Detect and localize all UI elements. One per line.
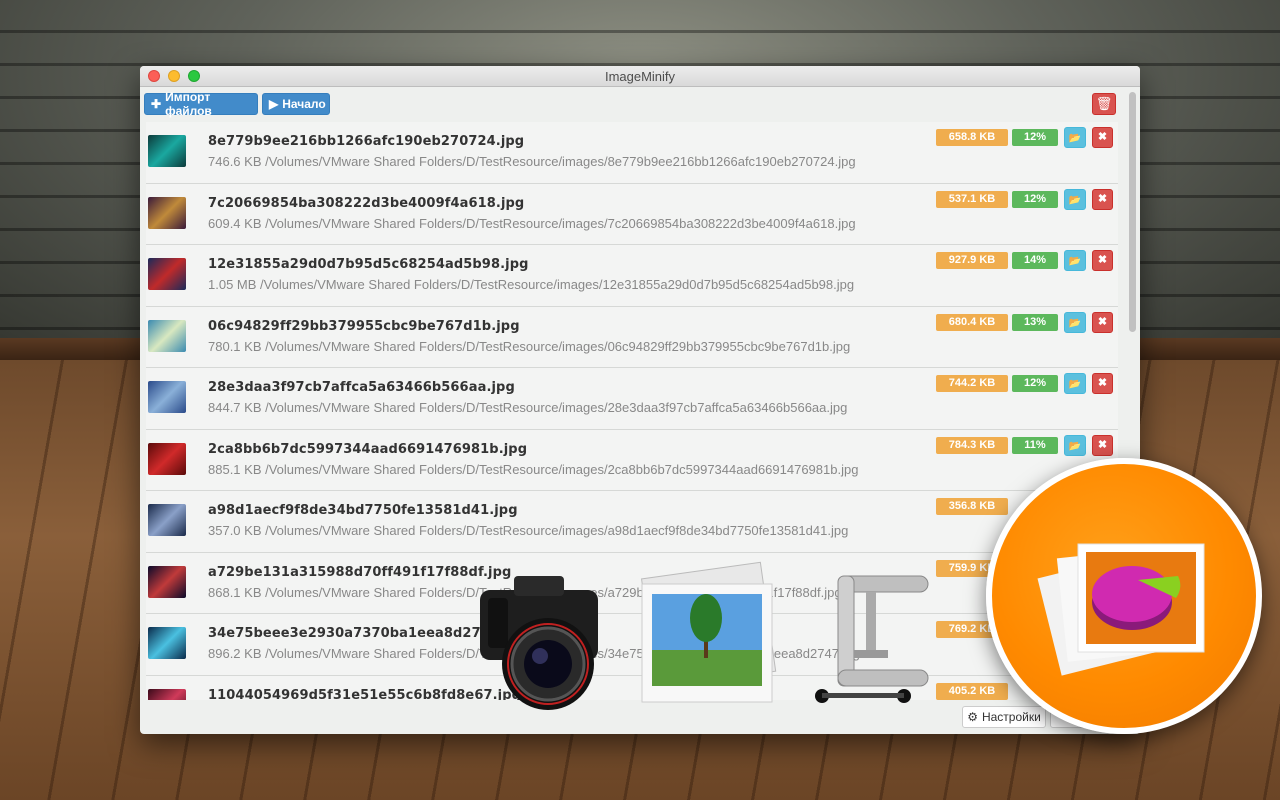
saving-percent-badge: 14% [1012, 252, 1058, 269]
new-size-badge: 927.9 KB [936, 252, 1008, 269]
file-name: 28e3daa3f97cb7affca5a63466b566aa.jpg [208, 380, 515, 395]
close-icon: ✖ [1097, 192, 1108, 205]
file-thumbnail [148, 196, 186, 229]
remove-file-button[interactable]: ✖ [1092, 188, 1113, 210]
window-title: ImageMinify [604, 69, 676, 84]
open-folder-button[interactable]: 📂 [1064, 434, 1086, 456]
open-folder-button[interactable]: 📂 [1064, 311, 1086, 333]
remove-file-button[interactable]: ✖ [1092, 373, 1113, 394]
saving-percent-badge: 12% [1012, 129, 1058, 146]
app-logo [986, 458, 1262, 734]
file-original-size-path: 609.4 KB /Volumes/VMware Shared Folders/… [208, 215, 856, 231]
folder-icon: 📂 [1068, 133, 1082, 144]
file-thumbnail [148, 688, 186, 700]
open-folder-button[interactable]: 📂 [1064, 373, 1086, 394]
file-original-size-path: 746.6 KB /Volumes/VMware Shared Folders/… [208, 154, 856, 169]
file-name: 12e31855a29d0d7b95d5c68254ad5b98.jpg [208, 257, 529, 272]
file-row[interactable]: 7c20669854ba308222d3be4009f4a618.jpg 609.… [146, 183, 1118, 245]
file-row[interactable]: 28e3daa3f97cb7affca5a63466b566aa.jpg 844.… [146, 368, 1118, 430]
close-icon: ✖ [1097, 438, 1108, 451]
file-thumbnail [148, 258, 186, 290]
start-label: Начало [282, 97, 326, 111]
remove-file-button[interactable]: ✖ [1092, 127, 1113, 148]
saving-percent-badge: 13% [1012, 313, 1058, 331]
file-thumbnail [148, 442, 186, 475]
file-original-size-path: 357.0 KB /Volumes/VMware Shared Folders/… [208, 523, 849, 538]
file-original-size-path: 885.1 KB /Volumes/VMware Shared Folders/… [208, 461, 859, 477]
open-folder-button[interactable]: 📂 [1064, 188, 1086, 210]
import-files-button[interactable]: ✚ Импорт файлов [144, 90, 258, 118]
remove-file-button[interactable]: ✖ [1092, 250, 1113, 271]
file-row[interactable]: 06c94829ff29bb379955cbc9be767d1b.jpg 780.… [146, 306, 1118, 368]
file-name: a98d1aecf9f8de34bd7750fe13581d41.jpg [208, 503, 518, 518]
open-folder-button[interactable]: 📂 [1064, 250, 1086, 271]
file-thumbnail [148, 565, 186, 598]
remove-file-button[interactable]: ✖ [1092, 311, 1113, 333]
file-name: 8e779b9ee216bb1266afc190eb270724.jpg [208, 134, 525, 149]
compress-clamp-icon [815, 575, 929, 703]
new-size-badge: 680.4 KB [936, 313, 1008, 331]
plus-icon: ✚ [151, 97, 162, 111]
start-button[interactable]: ▶ Начало [262, 93, 330, 115]
close-icon: ✖ [1097, 254, 1108, 266]
title-bar: ImageMinify [140, 66, 1140, 87]
close-icon: ✖ [1097, 377, 1108, 389]
file-thumbnail [148, 504, 186, 536]
folder-icon: 📂 [1068, 194, 1082, 206]
file-name: 2ca8bb6b7dc5997344aad6691476981b.jpg [208, 441, 528, 457]
file-thumbnail [148, 319, 186, 352]
folder-icon: 📂 [1068, 440, 1082, 452]
import-files-label: Импорт файлов [165, 90, 212, 118]
scrollbar-thumb[interactable] [1129, 92, 1136, 332]
saving-percent-badge: 12% [1012, 190, 1058, 208]
folder-icon: 📂 [1068, 379, 1082, 390]
new-size-badge: 537.1 KB [936, 190, 1008, 208]
file-original-size-path: 1.05 MB /Volumes/VMware Shared Folders/D… [208, 277, 855, 292]
file-thumbnail [148, 627, 186, 659]
file-row[interactable]: 12e31855a29d0d7b95d5c68254ad5b98.jpg 1.05… [146, 245, 1118, 307]
clear-all-button[interactable]: 🗑 [1092, 93, 1116, 115]
file-original-size-path: 780.1 KB /Volumes/VMware Shared Folders/… [208, 338, 851, 354]
remove-file-button[interactable]: ✖ [1092, 434, 1113, 456]
folder-icon: 📂 [1068, 317, 1082, 329]
new-size-badge: 744.2 KB [936, 375, 1008, 392]
file-row[interactable]: 2ca8bb6b7dc5997344aad6691476981b.jpg 885.… [146, 429, 1118, 491]
file-thumbnail [148, 381, 186, 413]
close-icon: ✖ [1097, 315, 1108, 328]
file-row[interactable]: a98d1aecf9f8de34bd7750fe13581d41.jpg 357.… [146, 491, 1118, 553]
folder-icon: 📂 [1068, 256, 1082, 267]
file-thumbnail [148, 135, 186, 167]
photo-icon [640, 561, 777, 703]
file-name: a729be131a315988d70ff491f17f88df.jpg [208, 564, 512, 580]
toolbar: ✚ Импорт файлов ▶ Начало 🗑 [140, 87, 1140, 119]
play-icon: ▶ [269, 97, 279, 111]
new-size-badge: 658.8 KB [936, 129, 1008, 146]
open-folder-button[interactable]: 📂 [1064, 127, 1086, 148]
file-original-size-path: 844.7 KB /Volumes/VMware Shared Folders/… [208, 400, 848, 415]
saving-percent-badge: 11% [1012, 436, 1058, 454]
file-name: 7c20669854ba308222d3be4009f4a618.jpg [208, 195, 525, 211]
file-name: 06c94829ff29bb379955cbc9be767d1b.jpg [208, 318, 520, 334]
gear-icon: ⚙ [967, 710, 978, 724]
file-row[interactable]: 8e779b9ee216bb1266afc190eb270724.jpg 746.… [146, 122, 1118, 184]
saving-percent-badge: 12% [1012, 375, 1058, 392]
trash-icon: 🗑 [1095, 96, 1113, 111]
camera-icon [480, 576, 598, 710]
pie-chart-icon [1037, 543, 1205, 676]
close-icon: ✖ [1097, 131, 1108, 143]
new-size-badge: 784.3 KB [936, 436, 1008, 454]
